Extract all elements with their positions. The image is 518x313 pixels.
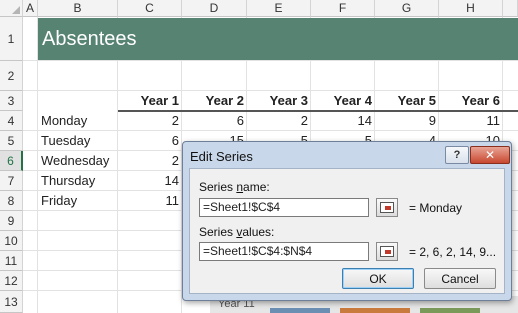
series-name-input[interactable]: =Sheet1!$C$4	[199, 198, 369, 217]
row-header-3[interactable]: 3	[0, 91, 23, 111]
day-label[interactable]: Thursday	[38, 171, 118, 190]
row-header-13[interactable]: 13	[0, 291, 23, 313]
year-header[interactable]: Year 3	[247, 91, 311, 110]
table-cell[interactable]: 2	[118, 151, 182, 170]
table-cell[interactable]: 11	[118, 191, 182, 210]
chart-bar	[270, 308, 330, 313]
series-name-label: Series name:	[199, 180, 270, 194]
column-header-h[interactable]: H	[439, 0, 503, 17]
table-cell[interactable]: 9	[375, 111, 439, 130]
row-header-1[interactable]: 1	[0, 17, 23, 61]
row-header-6[interactable]: 6	[0, 151, 23, 171]
help-button[interactable]: ?	[445, 146, 469, 164]
row-header-7[interactable]: 7	[0, 171, 23, 191]
table-cell[interactable]: 2	[118, 111, 182, 130]
row-header-2[interactable]: 2	[0, 61, 23, 91]
day-label[interactable]: Monday	[38, 111, 118, 130]
edit-series-dialog[interactable]: Edit Series ? ✕ Series name: =Sheet1!$C$…	[182, 141, 512, 301]
chart-bar	[420, 308, 480, 313]
table-cell[interactable]: 2	[247, 111, 311, 130]
year-header[interactable]: Year 1	[118, 91, 182, 110]
series-values-preview: = 2, 6, 2, 14, 9...	[409, 245, 497, 259]
collapse-dialog-icon	[380, 202, 394, 213]
label-text: Series	[199, 225, 237, 239]
column-header-next[interactable]	[503, 0, 518, 17]
gridline	[23, 60, 518, 61]
column-header-d[interactable]: D	[182, 0, 247, 17]
row-header-12[interactable]: 12	[0, 271, 23, 291]
table-cell[interactable]: 14	[311, 111, 375, 130]
cancel-button[interactable]: Cancel	[424, 268, 496, 289]
table-cell[interactable]: 14	[118, 171, 182, 190]
series-values-input[interactable]: =Sheet1!$C$4:$N$4	[199, 242, 369, 261]
day-label[interactable]: Wednesday	[38, 151, 118, 170]
select-all-corner[interactable]	[0, 0, 23, 17]
year-header[interactable]: Year 5	[375, 91, 439, 110]
row-header-8[interactable]: 8	[0, 191, 23, 211]
series-values-label: Series values:	[199, 225, 274, 239]
chart-bar	[340, 308, 410, 313]
close-icon: ✕	[484, 148, 496, 162]
label-text: Series	[199, 180, 237, 194]
column-header-c[interactable]: C	[118, 0, 182, 17]
select-all-icon	[12, 6, 20, 14]
close-button[interactable]: ✕	[470, 146, 510, 164]
row-header-4[interactable]: 4	[0, 111, 23, 131]
series-name-preview: = Monday	[409, 201, 463, 215]
table-cell[interactable]: 11	[439, 111, 503, 130]
label-text: ame:	[243, 180, 270, 194]
table-cell[interactable]: 6	[182, 111, 247, 130]
collapse-dialog-icon	[380, 246, 394, 257]
dialog-body: Series name: =Sheet1!$C$4 = Monday Serie…	[189, 168, 505, 294]
year-header[interactable]: Year 4	[311, 91, 375, 110]
ok-button[interactable]: OK	[342, 268, 414, 289]
column-header-b[interactable]: B	[38, 0, 118, 17]
row-header-5[interactable]: 5	[0, 131, 23, 151]
row-header-10[interactable]: 10	[0, 231, 23, 251]
series-name-range-button[interactable]	[376, 198, 398, 217]
sheet-title[interactable]: Absentees	[38, 18, 518, 60]
label-text: alues:	[242, 225, 275, 239]
column-header-a[interactable]: A	[23, 0, 38, 17]
row-header-11[interactable]: 11	[0, 251, 23, 271]
column-header-f[interactable]: F	[311, 0, 375, 17]
day-label[interactable]: Tuesday	[38, 131, 118, 150]
year-header[interactable]: Year 6	[439, 91, 503, 110]
column-header-e[interactable]: E	[247, 0, 311, 17]
series-values-range-button[interactable]	[376, 242, 398, 261]
column-header-g[interactable]: G	[375, 0, 439, 17]
day-label[interactable]: Friday	[38, 191, 118, 210]
year-header[interactable]: Year 2	[182, 91, 247, 110]
table-cell[interactable]: 6	[118, 131, 182, 150]
dialog-title[interactable]: Edit Series	[190, 149, 253, 164]
row-header-9[interactable]: 9	[0, 211, 23, 231]
